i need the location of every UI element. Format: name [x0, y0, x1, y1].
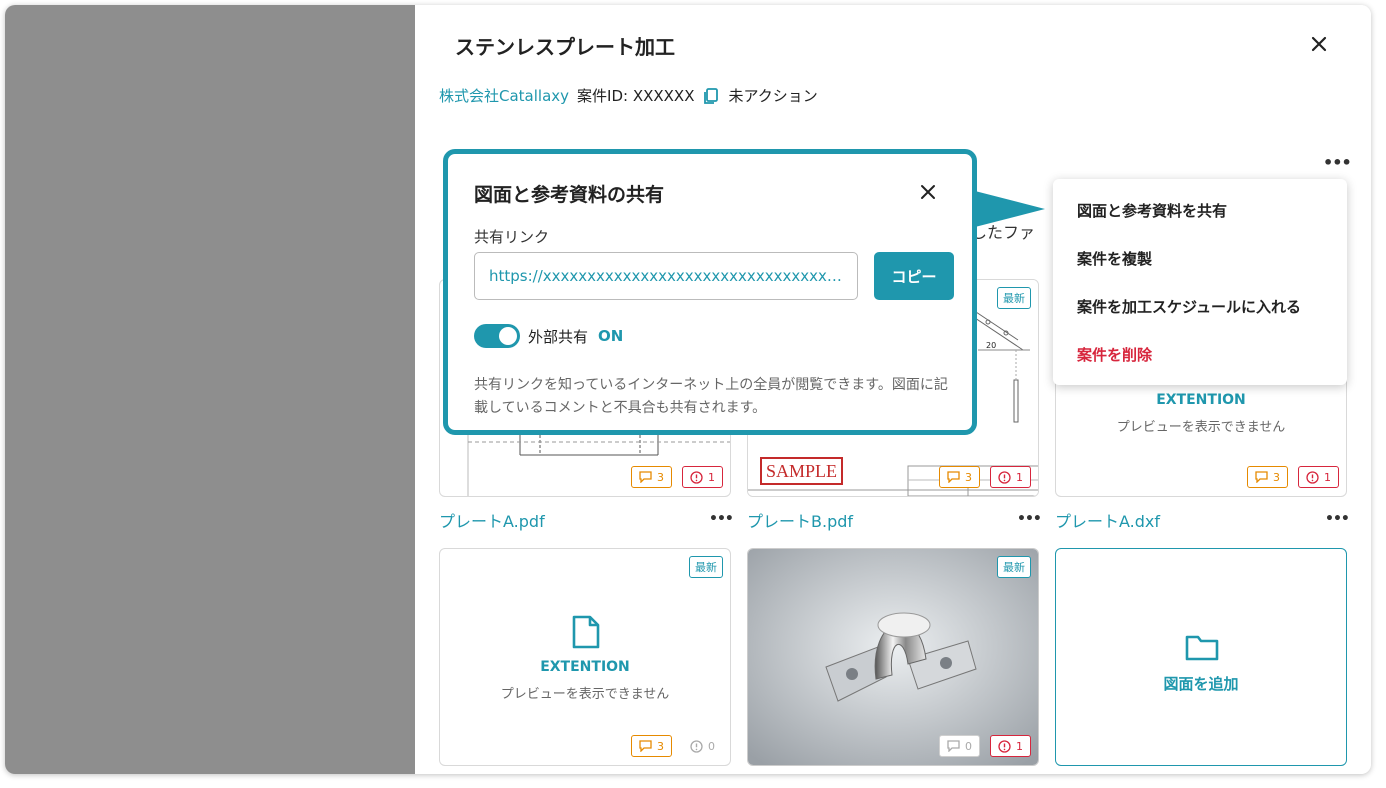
case-meta: 株式会社Catallaxy 案件ID: XXXXXX 未アクション: [439, 85, 818, 106]
comment-count-badge[interactable]: 0: [939, 735, 980, 757]
comment-icon: [947, 471, 960, 483]
file-extension-label: EXTENTION: [540, 659, 630, 675]
case-id: 案件ID: XXXXXX: [577, 87, 695, 105]
file-extension-label: EXTENTION: [1156, 392, 1246, 408]
file-card-3d-model[interactable]: 最新 0 1: [747, 548, 1039, 766]
menu-item-share[interactable]: 図面と参考資料を共有: [1053, 191, 1347, 239]
close-panel-icon[interactable]: [1308, 33, 1330, 55]
card-counts: 3 0: [631, 735, 723, 757]
issue-count-badge[interactable]: 0: [682, 735, 723, 757]
external-share-state: ON: [598, 327, 624, 345]
backdrop-area: [5, 5, 415, 774]
add-drawing-block: 図面を追加: [1056, 673, 1346, 694]
issue-count-badge[interactable]: 1: [1298, 466, 1339, 488]
page-title: ステンレスプレート加工: [455, 35, 675, 59]
file-name-plate-a-pdf[interactable]: プレートA.pdf: [439, 508, 545, 532]
app-frame: ステンレスプレート加工 株式会社Catallaxy 案件ID: XXXXXX 未…: [5, 5, 1371, 774]
comment-icon: [947, 740, 960, 752]
add-drawing-label: 図面を追加: [1163, 675, 1239, 693]
company-link[interactable]: 株式会社Catallaxy: [439, 85, 569, 106]
no-preview-block: EXTENTION プレビューを表示できません: [1056, 392, 1346, 435]
case-detail-panel: ステンレスプレート加工 株式会社Catallaxy 案件ID: XXXXXX 未…: [415, 5, 1371, 774]
close-dialog-icon[interactable]: [918, 182, 938, 202]
issue-count-badge[interactable]: 1: [990, 735, 1031, 757]
no-preview-block: EXTENTION プレビューを表示できません: [440, 659, 730, 702]
comment-count-badge[interactable]: 3: [631, 466, 672, 488]
comment-count-badge[interactable]: 3: [939, 466, 980, 488]
share-description: 共有リンクを知っているインターネット上の全員が閲覧できます。図面に記載しているコ…: [474, 377, 948, 416]
no-preview-message: プレビューを表示できません: [1116, 420, 1286, 435]
alert-icon: [690, 470, 703, 484]
comment-icon: [639, 471, 652, 483]
latest-badge: 最新: [689, 556, 723, 578]
share-dialog: 図面と参考資料の共有 共有リンク https://xxxxxxxxxxxxxxx…: [443, 149, 977, 435]
latest-badge: 最新: [997, 287, 1031, 309]
dimension-label: 20: [986, 341, 996, 350]
file-more-icon[interactable]: •••: [709, 511, 734, 527]
card-counts: 3 1: [939, 466, 1031, 488]
external-share-toggle[interactable]: [474, 324, 520, 348]
more-options-icon[interactable]: •••: [1323, 153, 1352, 172]
card-counts: 3 1: [1247, 466, 1339, 488]
callout-pointer: [975, 191, 1045, 227]
dialog-title: 図面と参考資料の共有: [474, 184, 665, 206]
comment-count-badge[interactable]: 3: [631, 735, 672, 757]
issue-count-badge[interactable]: 1: [990, 466, 1031, 488]
alert-icon: [690, 739, 703, 753]
add-drawing-card[interactable]: 図面を追加: [1055, 548, 1347, 766]
card-counts: 3 1: [631, 466, 723, 488]
file-more-icon[interactable]: •••: [1325, 511, 1350, 527]
external-share-label: 外部共有: [528, 327, 589, 346]
menu-item-duplicate[interactable]: 案件を複製: [1053, 239, 1347, 287]
file-name-plate-a-dxf[interactable]: プレートA.dxf: [1055, 508, 1160, 532]
3d-model-preview: [748, 549, 1038, 765]
card-counts: 0 1: [939, 735, 1031, 757]
file-icon: [572, 615, 600, 649]
comment-icon: [1255, 471, 1268, 483]
file-name-plate-b-pdf[interactable]: プレートB.pdf: [747, 508, 853, 532]
comment-count-badge[interactable]: 3: [1247, 466, 1288, 488]
status-label: 未アクション: [728, 87, 818, 105]
copy-link-button[interactable]: コピー: [874, 252, 954, 300]
file-card-no-preview[interactable]: 最新 EXTENTION プレビューを表示できません 3 0: [439, 548, 731, 766]
menu-item-schedule[interactable]: 案件を加工スケジュールに入れる: [1053, 287, 1347, 335]
copy-icon[interactable]: [702, 87, 720, 105]
share-link-field[interactable]: https://xxxxxxxxxxxxxxxxxxxxxxxxxxxxxxxx…: [474, 252, 858, 300]
comment-icon: [639, 740, 652, 752]
external-share-row: 外部共有 ON: [474, 324, 623, 348]
options-dropdown-menu: 図面と参考資料を共有 案件を複製 案件を加工スケジュールに入れる 案件を削除: [1053, 179, 1347, 385]
menu-item-delete[interactable]: 案件を削除: [1053, 335, 1347, 383]
share-link-label: 共有リンク: [474, 228, 550, 246]
issue-count-badge[interactable]: 1: [682, 466, 723, 488]
folder-icon: [1185, 635, 1219, 661]
latest-badge: 最新: [997, 556, 1031, 578]
alert-icon: [998, 470, 1011, 484]
alert-icon: [998, 739, 1011, 753]
file-more-icon[interactable]: •••: [1017, 511, 1042, 527]
sample-stamp: SAMPLE: [760, 457, 844, 485]
alert-icon: [1306, 470, 1319, 484]
no-preview-message: プレビューを表示できません: [500, 687, 670, 702]
